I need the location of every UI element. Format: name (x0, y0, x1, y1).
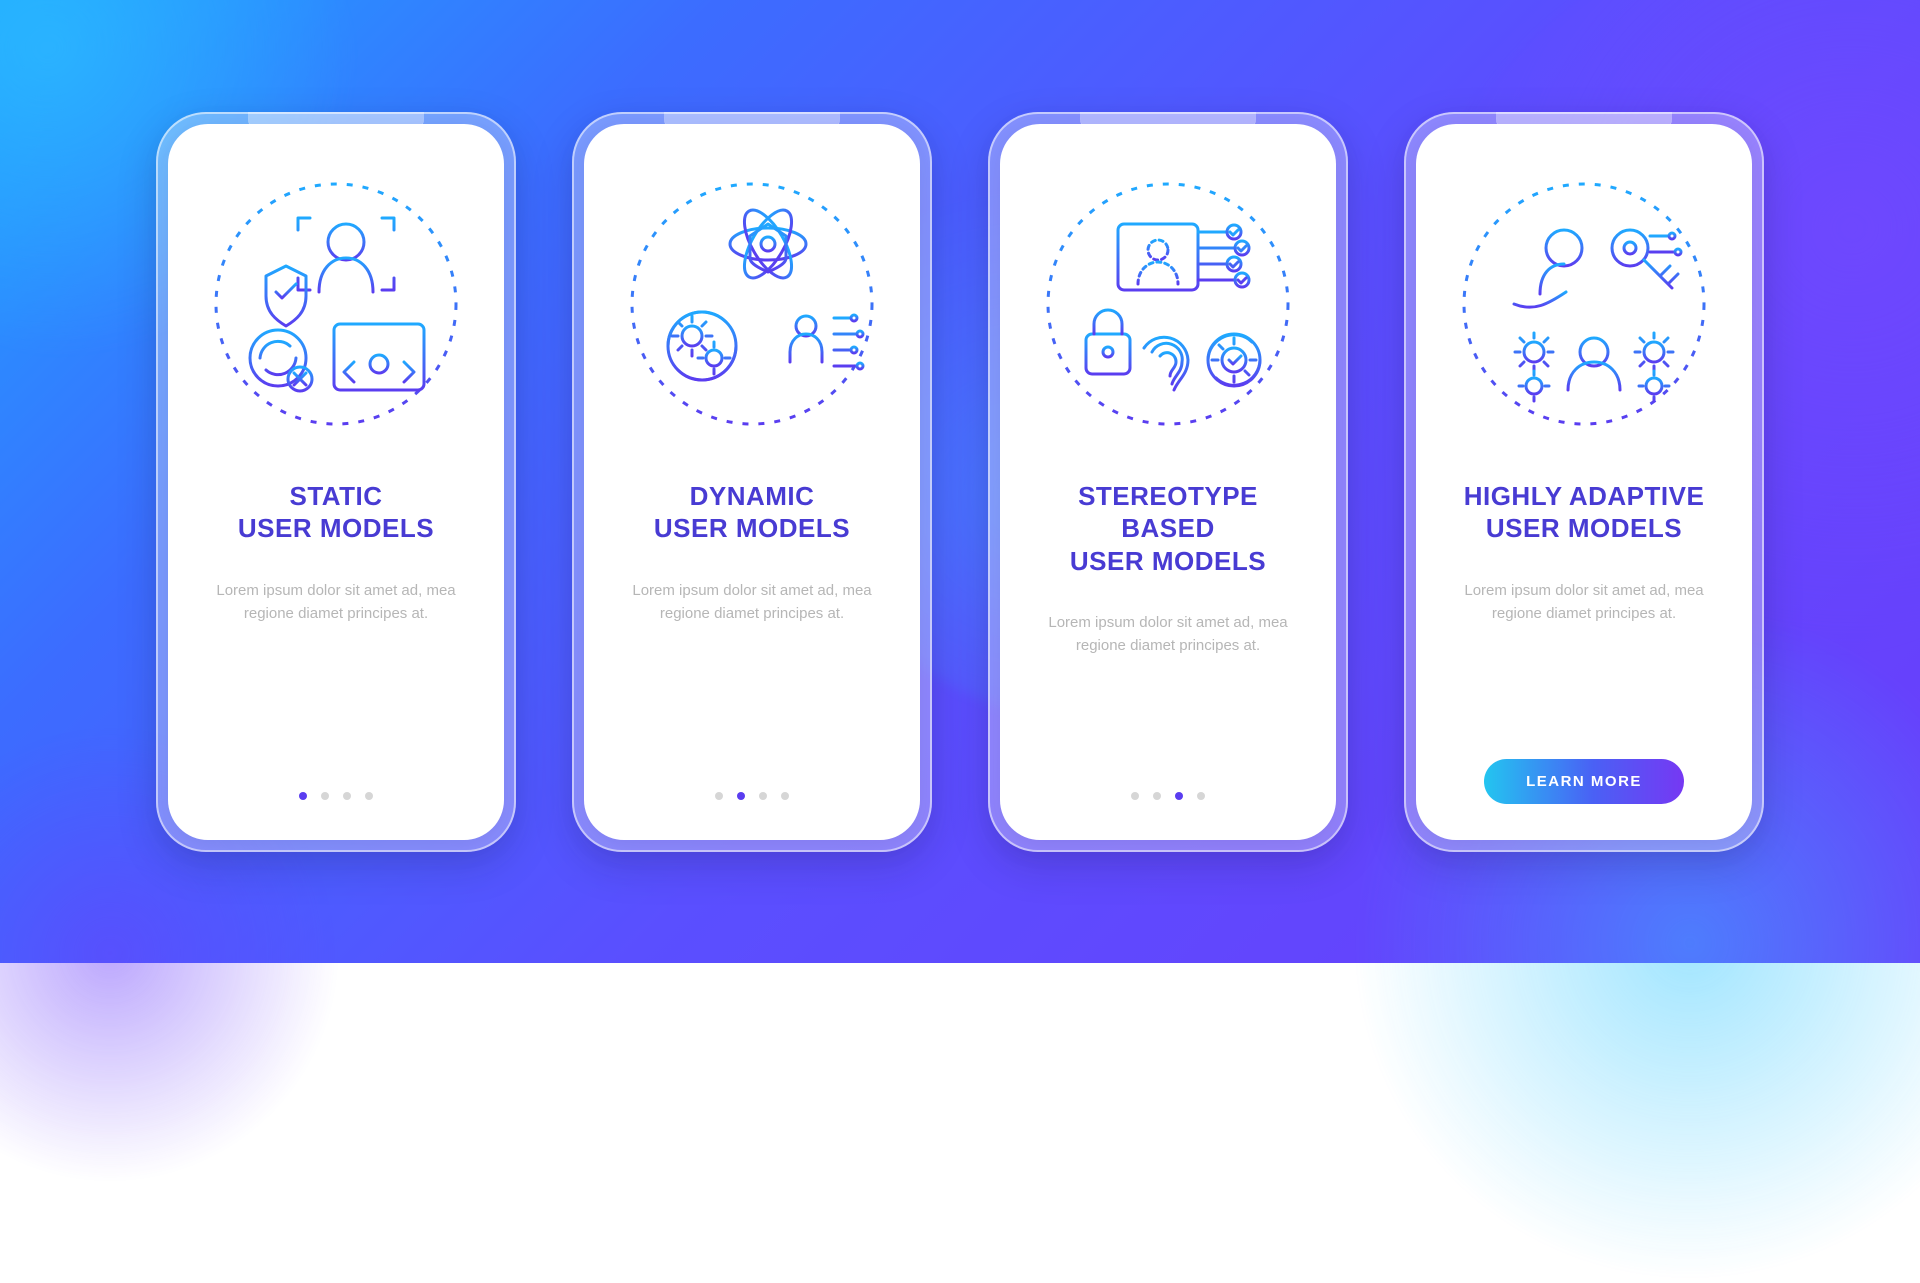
onboarding-screen: STATIC USER MODELS Lorem ipsum dolor sit… (168, 124, 504, 840)
pagination-dot[interactable] (781, 792, 789, 800)
stereotype-models-icon (1038, 174, 1298, 434)
slide-title: STATIC USER MODELS (238, 480, 434, 545)
onboarding-screen: HIGHLY ADAPTIVE USER MODELS Lorem ipsum … (1416, 124, 1752, 840)
adaptive-models-icon (1454, 174, 1714, 434)
pagination-dot[interactable] (1175, 792, 1183, 800)
phone-frame: DYNAMIC USER MODELS Lorem ipsum dolor si… (572, 112, 932, 852)
phone-notch (1496, 112, 1672, 136)
dynamic-models-icon (622, 174, 882, 434)
slide-title: DYNAMIC USER MODELS (654, 480, 850, 545)
slide-body: Lorem ipsum dolor sit amet ad, mea regio… (617, 579, 887, 626)
pagination-dot[interactable] (1153, 792, 1161, 800)
pagination-dot[interactable] (715, 792, 723, 800)
slide-title: STEREOTYPE BASED USER MODELS (1030, 480, 1306, 578)
phone-frame: HIGHLY ADAPTIVE USER MODELS Lorem ipsum … (1404, 112, 1764, 852)
phone-row: STATIC USER MODELS Lorem ipsum dolor sit… (76, 72, 1844, 892)
slide-body: Lorem ipsum dolor sit amet ad, mea regio… (1449, 579, 1719, 626)
pagination-dots (715, 792, 789, 800)
pagination-dots (1131, 792, 1205, 800)
pagination-dots (299, 792, 373, 800)
pagination-dot[interactable] (365, 792, 373, 800)
onboarding-screen: DYNAMIC USER MODELS Lorem ipsum dolor si… (584, 124, 920, 840)
pagination-dot[interactable] (321, 792, 329, 800)
slide-body: Lorem ipsum dolor sit amet ad, mea regio… (201, 579, 471, 626)
learn-more-button[interactable]: LEARN MORE (1484, 759, 1684, 804)
phone-frame: STATIC USER MODELS Lorem ipsum dolor sit… (156, 112, 516, 852)
pagination-dot[interactable] (759, 792, 767, 800)
pagination-dot[interactable] (299, 792, 307, 800)
pagination-dot[interactable] (1197, 792, 1205, 800)
phone-notch (664, 112, 840, 136)
pagination-dot[interactable] (1131, 792, 1139, 800)
slide-title: HIGHLY ADAPTIVE USER MODELS (1464, 480, 1705, 545)
slide-body: Lorem ipsum dolor sit amet ad, mea regio… (1033, 611, 1303, 658)
phone-notch (1080, 112, 1256, 136)
phone-notch (248, 112, 424, 136)
onboarding-screen: STEREOTYPE BASED USER MODELS Lorem ipsum… (1000, 124, 1336, 840)
pagination-dot[interactable] (343, 792, 351, 800)
phone-frame: STEREOTYPE BASED USER MODELS Lorem ipsum… (988, 112, 1348, 852)
static-models-icon (206, 174, 466, 434)
pagination-dot[interactable] (737, 792, 745, 800)
